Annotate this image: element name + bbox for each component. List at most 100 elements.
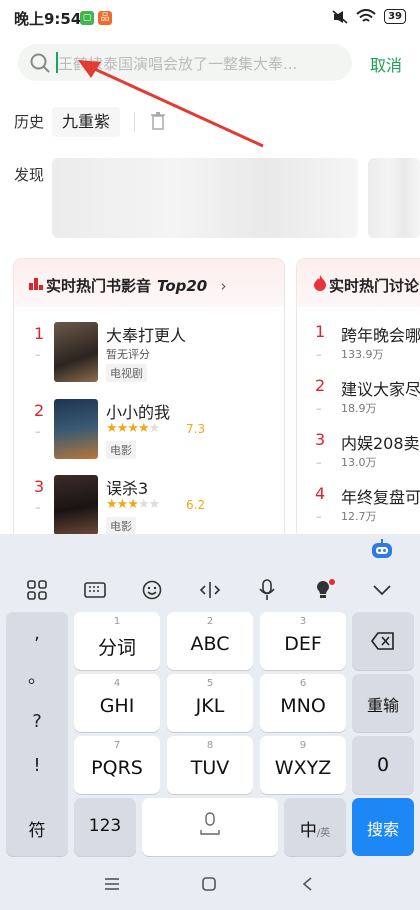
key-6[interactable]: 6 MNO bbox=[260, 674, 346, 732]
star-rating: ★★★★★ bbox=[106, 421, 160, 436]
key-label: TUV bbox=[190, 757, 230, 779]
list-item[interactable]: 1 – 大奉打更人 暂无评分 电视剧 bbox=[14, 322, 284, 384]
history-item[interactable]: 九重紫 bbox=[52, 107, 121, 137]
symbol-key[interactable]: , bbox=[6, 612, 68, 656]
list-item[interactable]: 2 – 小小的我 ★★★★★ 7.3 电影 bbox=[14, 399, 284, 461]
key-9[interactable]: 9 WXYZ bbox=[260, 736, 346, 794]
bulb-icon[interactable] bbox=[309, 574, 341, 606]
language-key[interactable]: 中/英 bbox=[284, 798, 346, 856]
rank-trend: – bbox=[316, 402, 322, 415]
rank-trend: – bbox=[316, 510, 322, 523]
key-number: 3 bbox=[299, 616, 307, 627]
emoji-icon[interactable] bbox=[136, 574, 168, 606]
rank-trend: – bbox=[316, 456, 322, 469]
key-4[interactable]: 4 GHI bbox=[74, 674, 160, 732]
grid-menu-icon[interactable] bbox=[21, 574, 53, 606]
hot-discussion-card[interactable]: 实时热门讨论 1 – 跨年晚会哪 133.9万 2 – 建议大家尽 18.9万 … bbox=[297, 259, 420, 539]
item-title: 小小的我 bbox=[106, 403, 171, 422]
home-icon[interactable] bbox=[202, 877, 216, 891]
key-label: 123 bbox=[88, 816, 122, 836]
hot-discussion-title: 实时热门讨论 bbox=[329, 277, 420, 295]
rank-trend: – bbox=[35, 425, 41, 438]
cancel-button[interactable]: 取消 bbox=[370, 52, 402, 76]
backspace-key[interactable] bbox=[352, 612, 414, 670]
rank-number: 4 bbox=[315, 484, 326, 503]
rank-trend: – bbox=[35, 501, 41, 514]
search-icon bbox=[30, 53, 50, 73]
menu-icon[interactable] bbox=[104, 878, 120, 890]
symbol-key[interactable]: ? bbox=[6, 700, 68, 744]
space-key[interactable] bbox=[142, 798, 278, 856]
rank-number: 2 bbox=[315, 376, 326, 395]
key-1[interactable]: 1 分词 bbox=[74, 612, 160, 670]
star-rating: ★★★★★ bbox=[106, 497, 160, 512]
key-8[interactable]: 8 TUV bbox=[167, 736, 253, 794]
rank-number: 1 bbox=[315, 322, 326, 341]
rank-number: 1 bbox=[34, 324, 45, 343]
key-number: 5 bbox=[206, 678, 214, 689]
key-label: PQRS bbox=[91, 757, 143, 779]
cursor-move-icon[interactable] bbox=[194, 574, 226, 606]
poster-image bbox=[54, 322, 98, 382]
key-number: 2 bbox=[206, 616, 214, 627]
key-label: WXYZ bbox=[274, 757, 332, 779]
key-number: 6 bbox=[299, 678, 307, 689]
wifi-icon bbox=[356, 9, 376, 22]
key-7[interactable]: 7 PQRS bbox=[74, 736, 160, 794]
score: 7.3 bbox=[186, 422, 206, 436]
key-label: MNO bbox=[280, 695, 326, 717]
hot-chart-icon bbox=[29, 278, 43, 290]
divider bbox=[134, 112, 135, 132]
key-label: 重输 bbox=[366, 696, 399, 715]
key-label: GHI bbox=[99, 695, 135, 717]
collapse-keyboard-icon[interactable] bbox=[366, 574, 398, 606]
back-icon[interactable] bbox=[302, 877, 312, 891]
top20-badge: Top20 bbox=[157, 277, 208, 295]
symbol-column[interactable]: , 。 ? ! bbox=[6, 612, 68, 828]
item-title: 建议大家尽 bbox=[341, 380, 420, 399]
hot-movies-card[interactable]: 实时热门书影音 Top20 › 1 – 大奉打更人 暂无评分 电视剧 2 – 小小… bbox=[14, 259, 284, 539]
hot-discussion-header[interactable]: 实时热门讨论 bbox=[297, 259, 420, 307]
rank-trend: – bbox=[35, 348, 41, 361]
key-number: 8 bbox=[206, 740, 214, 751]
delete-history-icon[interactable] bbox=[150, 112, 166, 130]
discussion-count: 18.9万 bbox=[341, 402, 377, 415]
search-input[interactable]: 王鹤棣泰国演唱会放了一整集大奉... bbox=[18, 44, 352, 81]
battery-indicator: 39 bbox=[384, 9, 406, 24]
number-key[interactable]: 123 bbox=[74, 798, 136, 856]
score: 6.2 bbox=[186, 498, 206, 512]
keyboard: , 。 ? ! 1 分词 2 ABC 3 DEF 4 GHI 5 JKL 6 MNO 重输 … bbox=[0, 534, 420, 910]
space-mic-icon bbox=[200, 812, 220, 835]
symbol-key[interactable]: ! bbox=[6, 744, 68, 788]
search-row: 王鹤棣泰国演唱会放了一整集大奉... 取消 bbox=[0, 44, 420, 82]
key-number: 7 bbox=[113, 740, 121, 751]
category-tag: 电视剧 bbox=[106, 364, 147, 382]
search-key[interactable]: 搜索 bbox=[352, 798, 414, 856]
poster-image bbox=[54, 475, 98, 535]
key-5[interactable]: 5 JKL bbox=[167, 674, 253, 732]
key-label: 分词 bbox=[97, 637, 136, 659]
mute-icon bbox=[332, 9, 348, 24]
robot-assistant-icon[interactable] bbox=[370, 538, 394, 560]
rank-trend: – bbox=[316, 348, 322, 361]
keyboard-switch-icon[interactable] bbox=[79, 574, 111, 606]
symbol-key-main[interactable]: 符 bbox=[6, 798, 68, 856]
zero-key[interactable]: 0 bbox=[352, 736, 414, 794]
key-2[interactable]: 2 ABC bbox=[167, 612, 253, 670]
list-item[interactable]: 3 – 误杀3 ★★★★★ 6.2 电影 bbox=[14, 475, 284, 537]
item-title: 内娱208卖 bbox=[341, 434, 420, 453]
backspace-icon bbox=[371, 632, 394, 650]
key-label: 符 bbox=[28, 821, 46, 841]
symbol-key[interactable]: 。 bbox=[6, 656, 68, 700]
reenter-key[interactable]: 重输 bbox=[352, 674, 414, 732]
rank-number: 2 bbox=[34, 401, 45, 420]
hot-movies-header[interactable]: 实时热门书影音 Top20 › bbox=[14, 259, 284, 307]
item-title: 大奉打更人 bbox=[106, 326, 187, 345]
rating-text: 暂无评分 bbox=[106, 348, 150, 361]
chevron-right-icon: › bbox=[220, 277, 227, 295]
key-3[interactable]: 3 DEF bbox=[260, 612, 346, 670]
item-title: 年终复盘可 bbox=[341, 488, 420, 507]
category-tag: 电影 bbox=[106, 517, 136, 535]
voice-input-icon[interactable] bbox=[251, 574, 283, 606]
flame-icon bbox=[314, 275, 326, 291]
